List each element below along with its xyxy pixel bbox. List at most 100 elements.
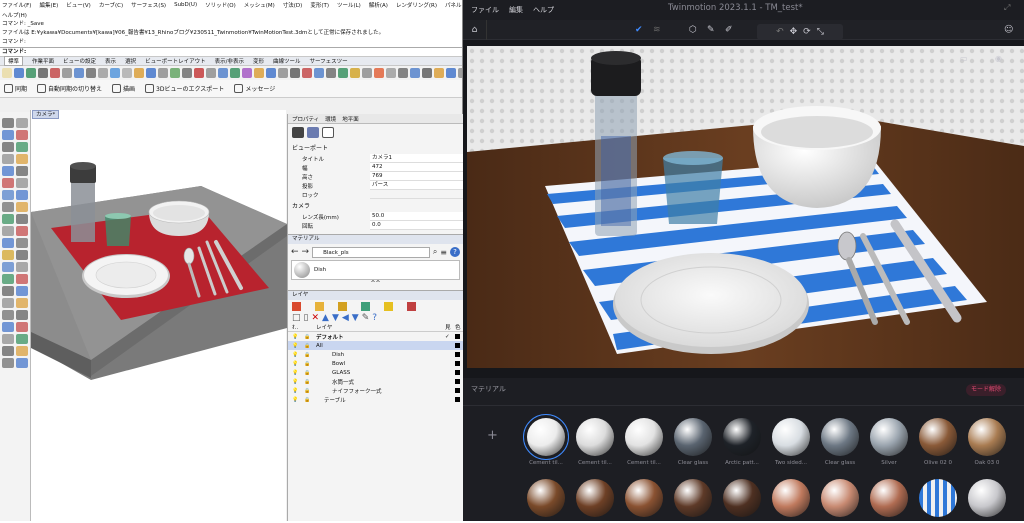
prop-value[interactable]: カメラ1 bbox=[370, 154, 463, 163]
image-icon[interactable] bbox=[361, 302, 370, 311]
toolbar-tab-3[interactable]: 表示 bbox=[105, 57, 116, 65]
bulb-icon[interactable]: 💡 bbox=[292, 334, 304, 340]
layer-row[interactable]: 💡 🔒 Dish bbox=[288, 350, 463, 359]
left-tool-icon-20[interactable] bbox=[2, 238, 14, 248]
material-item-dish[interactable]: Dish bbox=[291, 260, 460, 280]
toolbar-tool-icon-18[interactable] bbox=[218, 68, 228, 78]
add-material-icon[interactable]: + bbox=[487, 428, 498, 443]
toolbar-tool-icon-15[interactable] bbox=[182, 68, 192, 78]
toolbar-tool-icon-9[interactable] bbox=[110, 68, 120, 78]
left-tool-icon-1[interactable] bbox=[16, 118, 28, 128]
left-tool-icon-4[interactable] bbox=[2, 142, 14, 152]
bulb-icon[interactable]: 💡 bbox=[292, 343, 304, 349]
toolbar-tab-4[interactable]: 選択 bbox=[125, 57, 136, 65]
left-tool-icon-23[interactable] bbox=[16, 250, 28, 260]
prop-value[interactable]: 50.0 bbox=[370, 212, 463, 221]
material-ball[interactable] bbox=[674, 479, 712, 517]
toolbar-tab-6[interactable]: 表示/非表示 bbox=[215, 57, 244, 65]
expand-icon[interactable]: ⤢ bbox=[1004, 3, 1010, 13]
material-ball[interactable] bbox=[870, 479, 908, 517]
menu-help[interactable]: ヘルプ(H) bbox=[2, 11, 27, 19]
left-tool-icon-21[interactable] bbox=[16, 238, 28, 248]
toolbar-tool-icon-19[interactable] bbox=[230, 68, 240, 78]
back-arrow-icon[interactable]: ← bbox=[291, 247, 299, 257]
lock-icon[interactable]: 🔒 bbox=[304, 334, 316, 340]
panel-tab-1[interactable]: 環境 bbox=[325, 115, 336, 123]
toolbar-tool-icon-6[interactable] bbox=[74, 68, 84, 78]
toolbar-tool-icon-3[interactable] bbox=[38, 68, 48, 78]
prop-value[interactable] bbox=[370, 190, 463, 199]
toolbar-tab-9[interactable]: サーフェスツー bbox=[309, 57, 347, 65]
material-ball[interactable] bbox=[625, 479, 663, 517]
bulb-icon[interactable]: 💡 bbox=[292, 397, 304, 403]
eye-icon[interactable]: ◉ bbox=[995, 54, 1002, 63]
prop-value[interactable]: 0.0 bbox=[370, 221, 463, 230]
rhino-menu-10[interactable]: ツール(L) bbox=[337, 1, 361, 9]
material-ball[interactable] bbox=[821, 479, 859, 517]
export-3d-button[interactable]: 3Dビューのエクスポート bbox=[145, 84, 224, 93]
rhino-menu-13[interactable]: パネル(P) bbox=[445, 1, 462, 9]
lock-icon[interactable]: 🔒 bbox=[304, 361, 316, 367]
command-prompt[interactable]: コマンド: bbox=[0, 47, 462, 56]
layer-color-swatch[interactable] bbox=[455, 397, 460, 402]
rhino-menu-4[interactable]: サーフェス(S) bbox=[131, 1, 166, 9]
material-ball[interactable] bbox=[968, 418, 1006, 456]
toolbar-tool-icon-2[interactable] bbox=[26, 68, 36, 78]
sync-button[interactable]: 同期 bbox=[4, 84, 27, 93]
left-tool-icon-11[interactable] bbox=[16, 178, 28, 188]
layer-color-swatch[interactable] bbox=[455, 334, 460, 339]
toolbar-tool-icon-37[interactable] bbox=[446, 68, 456, 78]
layer-color-swatch[interactable] bbox=[455, 361, 460, 366]
toolbar-tab-1[interactable]: 作業平面 bbox=[32, 57, 54, 65]
toolbar-tool-icon-21[interactable] bbox=[254, 68, 264, 78]
left-tool-icon-2[interactable] bbox=[2, 130, 14, 140]
user-icon[interactable]: ☺ bbox=[1004, 25, 1013, 35]
left-tool-icon-19[interactable] bbox=[16, 226, 28, 236]
toolbar-tool-icon-26[interactable] bbox=[314, 68, 324, 78]
forward-arrow-icon[interactable]: → bbox=[302, 247, 310, 257]
left-tool-icon-8[interactable] bbox=[2, 166, 14, 176]
move-up-icon[interactable]: ▲ bbox=[322, 313, 329, 323]
gear-icon[interactable] bbox=[407, 302, 416, 311]
toolbar-tool-icon-0[interactable] bbox=[2, 68, 12, 78]
toolbar-tool-icon-36[interactable] bbox=[434, 68, 444, 78]
layer-color-swatch[interactable] bbox=[455, 343, 460, 348]
toolbar-tool-icon-23[interactable] bbox=[278, 68, 288, 78]
shapes-icon[interactable]: ⬡ bbox=[689, 25, 697, 35]
tm-menu-2[interactable]: ヘルプ bbox=[533, 5, 554, 15]
material-ball[interactable] bbox=[919, 479, 957, 517]
wave-icon[interactable]: ≋ bbox=[653, 25, 661, 35]
left-tool-icon-15[interactable] bbox=[16, 202, 28, 212]
toolbar-tool-icon-4[interactable] bbox=[50, 68, 60, 78]
lock-icon[interactable]: 🔒 bbox=[304, 379, 316, 385]
rhino-menu-1[interactable]: 編集(E) bbox=[39, 1, 58, 9]
left-tool-icon-17[interactable] bbox=[16, 214, 28, 224]
new-sublayer-icon[interactable]: ▯ bbox=[304, 313, 309, 323]
lock-icon[interactable]: 🔒 bbox=[304, 397, 316, 403]
lock-icon[interactable]: 🔒 bbox=[304, 370, 316, 376]
layout-icon[interactable]: ▭ bbox=[960, 54, 968, 63]
folder-icon[interactable] bbox=[315, 302, 324, 311]
toolbar-tab-7[interactable]: 変形 bbox=[253, 57, 264, 65]
toolbar-tool-icon-20[interactable] bbox=[242, 68, 252, 78]
toolbar-tool-icon-28[interactable] bbox=[338, 68, 348, 78]
material-ball[interactable] bbox=[527, 479, 565, 517]
render-button[interactable]: 描画 bbox=[112, 84, 135, 93]
layer-row[interactable]: 💡 🔒 水筒一式 bbox=[288, 377, 463, 386]
material-ball[interactable] bbox=[821, 418, 859, 456]
viewport-tab[interactable]: カメラ* bbox=[32, 110, 60, 119]
left-tool-icon-10[interactable] bbox=[2, 178, 14, 188]
undo-icon[interactable]: ↶ bbox=[776, 27, 784, 37]
left-tool-icon-6[interactable] bbox=[2, 154, 14, 164]
pin-icon[interactable] bbox=[384, 302, 393, 311]
rhino-menu-5[interactable]: SubD(U) bbox=[174, 2, 197, 8]
left-tool-icon-36[interactable] bbox=[2, 334, 14, 344]
material-ball[interactable] bbox=[919, 418, 957, 456]
move-down-icon[interactable]: ▼ bbox=[332, 313, 339, 323]
left-tool-icon-41[interactable] bbox=[16, 358, 28, 368]
rhino-menu-6[interactable]: ソリッド(O) bbox=[205, 1, 236, 9]
bulb-icon[interactable]: 💡 bbox=[292, 370, 304, 376]
left-tool-icon-22[interactable] bbox=[2, 250, 14, 260]
material-ball[interactable] bbox=[625, 418, 663, 456]
layer-help-icon[interactable]: ? bbox=[372, 313, 377, 323]
